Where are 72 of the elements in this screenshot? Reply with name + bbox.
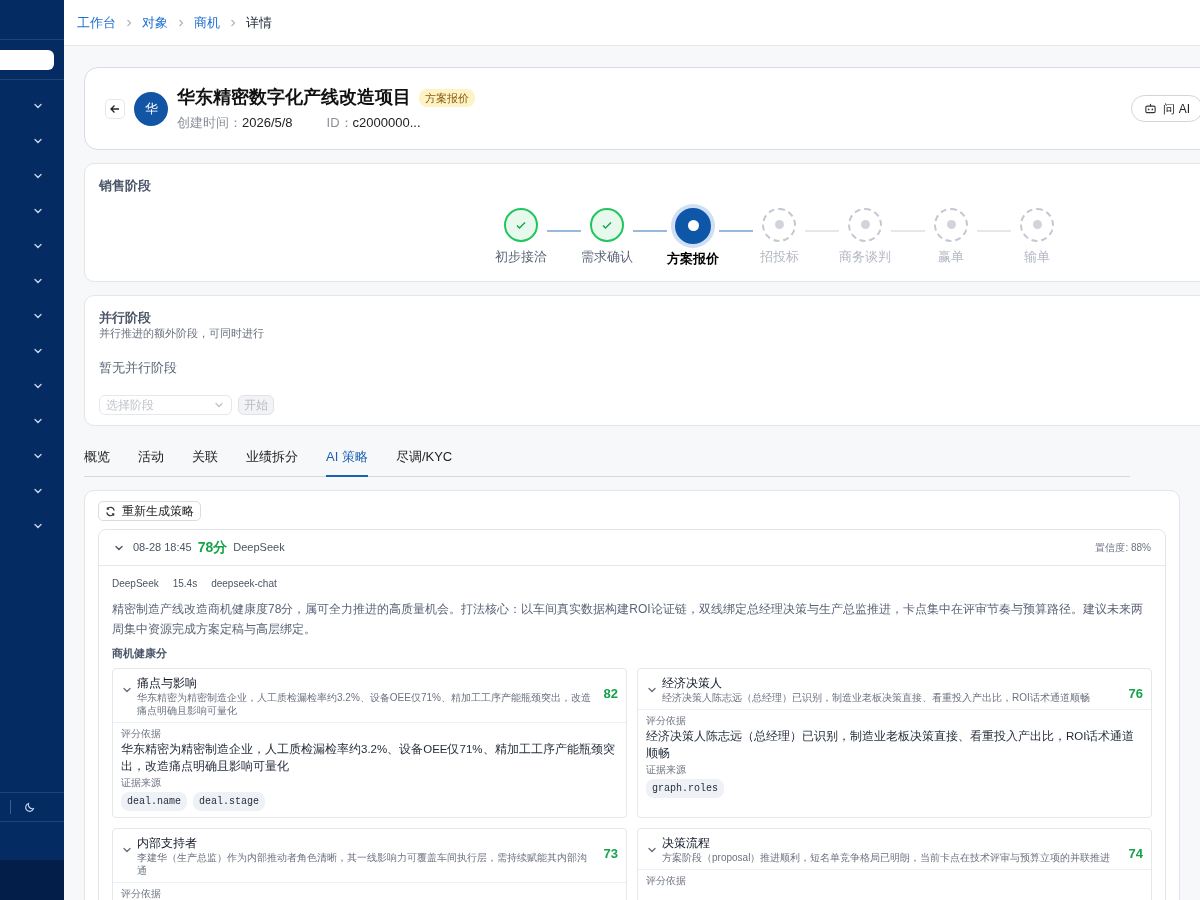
- deal-id: c2000000...: [352, 114, 421, 133]
- moon-icon[interactable]: [24, 801, 36, 813]
- stage-label: 需求确认: [581, 247, 633, 266]
- section-title: 商机健康分: [112, 646, 168, 661]
- model-name: DeepSeek: [233, 540, 285, 556]
- criterion-title: 痛点与影响: [137, 675, 198, 691]
- refresh-icon: [105, 505, 116, 517]
- robot-icon: [1144, 102, 1158, 115]
- sidebar-search-field[interactable]: [0, 49, 54, 70]
- meta-text: deepseek-chat: [211, 577, 277, 591]
- tab[interactable]: AI 策略: [326, 439, 368, 477]
- stage-label: 初步接洽: [495, 247, 547, 266]
- criterion-title: 内部支持者: [137, 835, 198, 851]
- criterion-summary: 经济决策人陈志远（总经理）已识别，制造业老板决策直接、看重投入产出比，ROI话术通道顺畅: [662, 690, 1091, 704]
- field-label: 证据来源: [646, 762, 687, 777]
- sidebar-footer: [0, 860, 64, 900]
- score-basis-text: 华东精密为精密制造企业，人工质检漏检率约3.2%、设备OEE仅71%、精加工工序产能瓶颈突出，改造痛点明确且影响可量化: [121, 741, 616, 774]
- score-basis-text: 经济决策人陈志远（总经理）已识别，制造业老板决策直接、看重投入产出比，ROI话术通道顺畅: [646, 728, 1136, 761]
- section-title: 并行阶段: [99, 310, 152, 325]
- criterion-summary: 方案阶段（proposal）推进顺利，短名单竞争格局已明朗，当前卡点在技术评审与预算立项的并联推进: [662, 850, 1112, 864]
- regenerate-button[interactable]: 重新生成策略: [98, 501, 201, 521]
- criterion-score: 82: [603, 684, 618, 703]
- source-tag: deal.stage: [193, 791, 266, 811]
- breadcrumb-current: 详情: [246, 13, 272, 32]
- criterion-score: 73: [603, 844, 618, 863]
- stage-label: 方案报价: [667, 249, 719, 268]
- ask-ai-button[interactable]: 问 AI: [1131, 95, 1200, 122]
- section-subtitle: 并行推进的额外阶段，可同时进行: [99, 326, 265, 341]
- stage-label: 商务谈判: [839, 247, 891, 266]
- criterion-score: 74: [1128, 844, 1143, 863]
- field-label: 评分依据: [646, 873, 687, 888]
- tab[interactable]: 尽调/KYC: [395, 439, 453, 477]
- tab[interactable]: 概览: [84, 439, 110, 477]
- stage-label: 输单: [1024, 247, 1050, 266]
- tab[interactable]: 业绩拆分: [246, 439, 298, 477]
- field-label: 证据来源: [121, 775, 162, 790]
- empty-state-text: 暂无并行阶段: [99, 358, 178, 377]
- field-label: 评分依据: [646, 713, 687, 728]
- strategy-summary: 精密制造产线改造商机健康度78分，属可全力推进的高质量机会。打法核心：以车间真实数据构建ROI论证链，双线绑定总经理决策与生产总监推进，卡点集中在评审节奏与预算路径。建议未来两周集中资源完成方案定稿与高层绑定。: [112, 601, 1144, 638]
- record-time: 08-28 18:45: [133, 540, 192, 556]
- criterion-summary: 华东精密为精密制造企业，人工质检漏检率约3.2%、设备OEE仅71%、精加工工序产能瓶颈突出，改造痛点明确且影响可量化: [137, 690, 592, 717]
- stage-label: 招投标: [759, 247, 799, 266]
- criterion-title: 决策流程: [662, 835, 711, 851]
- criterion-title: 经济决策人: [662, 675, 723, 691]
- field-label: ID：: [326, 114, 353, 133]
- section-title: 销售阶段: [99, 177, 152, 195]
- chevron-right-icon: [228, 17, 238, 28]
- chevron-right-icon: [176, 17, 186, 28]
- back-arrow-icon: [109, 102, 121, 115]
- tab[interactable]: 关联: [192, 439, 218, 477]
- breadcrumb-link[interactable]: 工作台: [77, 12, 116, 33]
- criterion-summary: 李建华（生产总监）作为内部推动者角色清晰，其一线影响力可覆盖车间执行层，需持续赋能其内部沟通: [137, 850, 588, 877]
- source-tag: deal.name: [121, 791, 187, 811]
- back-button[interactable]: [105, 98, 125, 119]
- source-tag: graph.roles: [646, 778, 724, 798]
- breadcrumb-link[interactable]: 商机: [194, 12, 220, 33]
- meta-text: DeepSeek: [112, 577, 159, 591]
- field-label: 创建时间：: [177, 114, 242, 133]
- field-label: 评分依据: [121, 726, 162, 741]
- breadcrumb-link[interactable]: 对象: [142, 12, 168, 33]
- record-score: 78分: [197, 538, 228, 557]
- criterion-score: 76: [1128, 684, 1143, 703]
- stage-label: 赢单: [938, 247, 964, 266]
- avatar: 华: [134, 91, 168, 126]
- field-label: 评分依据: [121, 886, 162, 900]
- meta-text: 15.4s: [172, 577, 198, 591]
- created-date: 2026/5/8: [242, 114, 293, 133]
- confidence-text: 置信度: 88%: [1095, 541, 1151, 555]
- tab[interactable]: 活动: [138, 439, 164, 477]
- deal-title: 华东精密数字化产线改造项目: [177, 86, 411, 110]
- chevron-right-icon: [124, 17, 134, 28]
- status-tag: 方案报价: [419, 88, 475, 107]
